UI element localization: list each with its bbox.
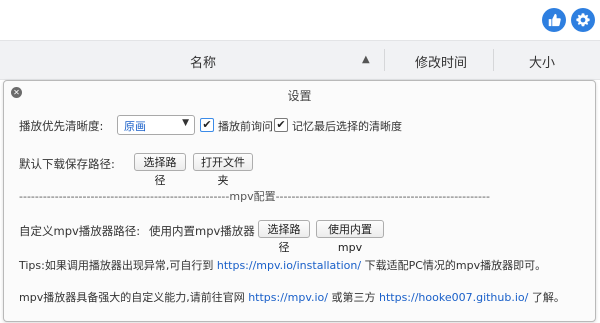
column-separator [493,49,494,71]
settings-button[interactable] [571,8,595,32]
gear-icon [576,13,590,27]
tips-suffix: 下载适配PC情况的mpv播放器即可。 [364,259,547,272]
mpv-path-value: 使用内置mpv播放器 [149,224,255,238]
remember-quality-label: 记忆最后选择的清晰度 [292,120,402,133]
choose-mpv-path-button[interactable]: 选择路径 [258,220,310,254]
thumbs-up-button[interactable] [542,8,566,32]
ask-before-play-checkbox[interactable]: ✔ [200,118,214,132]
thumbs-up-icon [548,13,561,27]
ask-before-play-label: 播放前询问 [218,120,273,133]
mpv-official-link[interactable]: https://mpv.io/ [248,291,328,304]
remember-quality-checkbox[interactable]: ✔ [274,118,288,132]
tips-text: Tips:如果调用播放器出现异常,可自行到 https://mpv.io/ins… [19,257,546,273]
mpv-section-divider: ----------------------------------------… [19,190,490,203]
column-modified-header[interactable]: 修改时间 [415,52,467,71]
use-builtin-mpv-button[interactable]: 使用内置mpv [316,220,384,254]
quality-label: 播放优先清晰度: [19,119,104,133]
mpv-info-text: mpv播放器具备强大的自定义能力,请前往官网 https://mpv.io/ 或… [19,289,565,305]
column-size-header[interactable]: 大小 [529,52,555,71]
column-name-header[interactable]: 名称 [190,52,216,71]
file-table-header: 名称 ▲ 修改时间 大小 [0,40,600,80]
info-suffix: 了解。 [531,291,565,304]
sort-ascending-icon[interactable]: ▲ [362,54,370,65]
quality-select-value: 原画 [124,120,146,133]
quality-select[interactable]: 原画 ▼ [117,115,195,135]
choose-download-path-button[interactable]: 选择路径 [134,153,186,187]
settings-dialog: ✕ 设置 播放优先清晰度: 原画 ▼ ✔ 播放前询问 ✔ 记忆最后选择的清晰度 … [3,80,596,322]
third-party-guide-link[interactable]: https://hooke007.github.io/ [379,291,528,304]
tips-prefix: Tips:如果调用播放器出现异常,可自行到 [19,259,214,272]
dialog-title: 设置 [287,89,312,103]
mpv-path-label: 自定义mpv播放器路径: [19,224,141,238]
info-mid: 或第三方 [331,291,376,304]
open-folder-button[interactable]: 打开文件夹 [193,153,253,187]
column-separator [384,49,385,71]
mpv-installation-link[interactable]: https://mpv.io/installation/ [217,259,361,272]
chevron-down-icon: ▼ [182,118,189,128]
download-path-label: 默认下载保存路径: [19,157,115,171]
info-prefix: mpv播放器具备强大的自定义能力,请前往官网 [19,291,245,304]
top-bar [0,0,600,38]
